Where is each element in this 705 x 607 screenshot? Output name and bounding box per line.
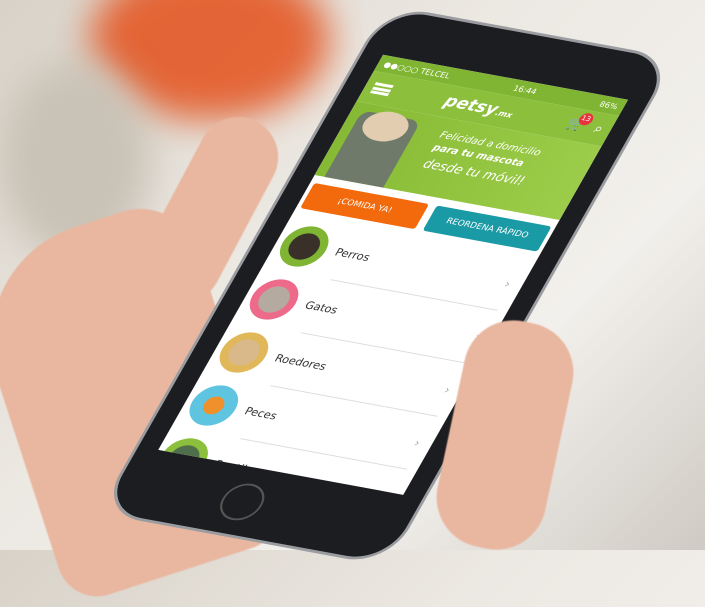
fish-avatar [181, 381, 247, 429]
battery: 86% [597, 99, 620, 111]
cart-badge: 13 [576, 112, 596, 127]
rodent-avatar [211, 328, 277, 376]
time: 16:44 [511, 83, 539, 96]
search-icon[interactable]: ⌕ [591, 121, 607, 137]
logo-suffix: .mx [493, 108, 515, 120]
home-button[interactable] [212, 480, 273, 524]
cart-icon[interactable]: 🛒 13 [564, 112, 596, 134]
menu-icon[interactable] [369, 82, 394, 97]
dog-image [324, 110, 422, 188]
category-label: Roedores [272, 351, 329, 373]
category-label: Gatos [302, 298, 341, 317]
category-label: Peces [242, 404, 280, 423]
cat-avatar [241, 275, 308, 323]
logo[interactable]: petsy.mx [440, 92, 518, 122]
dog-avatar [271, 222, 338, 270]
category-label: Perros [332, 246, 373, 264]
reptile-avatar [158, 434, 217, 482]
